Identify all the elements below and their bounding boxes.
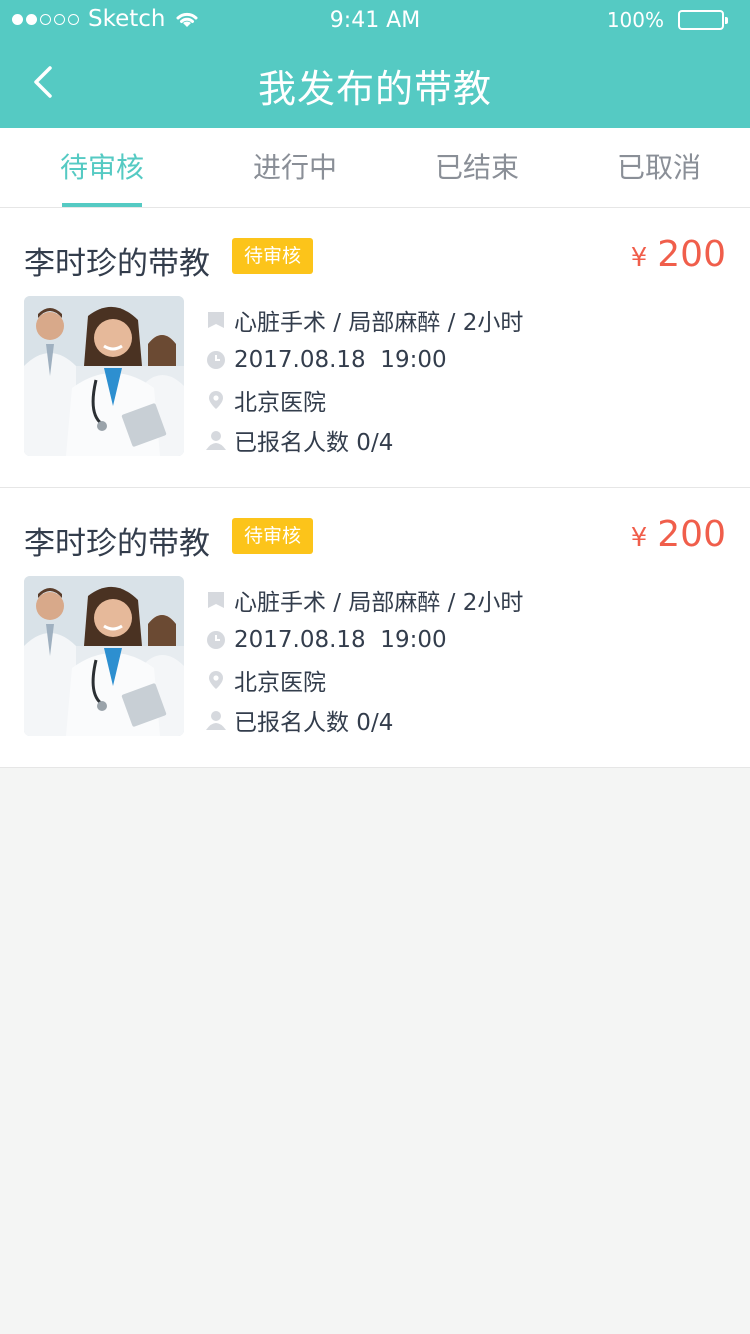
price: ¥200 [631, 234, 726, 275]
price: ¥200 [631, 514, 726, 555]
status-bar: Sketch 9:41 AM 100% [0, 0, 750, 40]
price-value: 200 [657, 234, 726, 275]
clock-icon [207, 631, 225, 649]
tab-cancelled[interactable]: 已取消 [568, 128, 750, 207]
enrolled-row: 已报名人数 0/4 [206, 700, 523, 740]
enrolled-row: 已报名人数 0/4 [206, 420, 523, 460]
teaching-list: 李时珍的带教 待审核 ¥200 心脏手术 / 局部麻醉 / 2小时 2017.0… [0, 208, 750, 768]
document-icon [208, 312, 224, 328]
surgery-details: 心脏手术 / 局部麻醉 / 2小时 [234, 590, 524, 616]
card-info: 心脏手术 / 局部麻醉 / 2小时 2017.08.18 19:00 北京医院 … [206, 580, 523, 740]
location: 北京医院 [234, 670, 326, 696]
top-header: Sketch 9:41 AM 100% 我发布的带教 [0, 0, 750, 128]
list-item[interactable]: 李时珍的带教 待审核 ¥200 心脏手术 / 局部麻醉 / 2小时 2017.0… [0, 208, 750, 488]
enrolled-count: 已报名人数 0/4 [234, 430, 394, 456]
person-icon [206, 711, 226, 730]
location-pin-icon [209, 391, 223, 409]
tab-bar: 待审核 进行中 已结束 已取消 [0, 128, 750, 208]
location-row: 北京医院 [206, 380, 523, 420]
tab-in-progress[interactable]: 进行中 [204, 128, 386, 207]
card-info: 心脏手术 / 局部麻醉 / 2小时 2017.08.18 19:00 北京医院 … [206, 300, 523, 460]
location-pin-icon [209, 671, 223, 689]
status-badge: 待审核 [232, 238, 314, 274]
datetime-row: 2017.08.18 19:00 [206, 340, 523, 380]
status-badge: 待审核 [232, 518, 314, 554]
location-row: 北京医院 [206, 660, 523, 700]
battery-percent: 100% [606, 8, 664, 32]
list-item[interactable]: 李时珍的带教 待审核 ¥200 心脏手术 / 局部麻醉 / 2小时 2017.0… [0, 488, 750, 768]
datetime: 2017.08.18 19:00 [234, 347, 447, 373]
battery-group: 100% [606, 8, 728, 32]
price-value: 200 [657, 514, 726, 555]
person-icon [206, 431, 226, 450]
card-title: 李时珍的带教 [24, 246, 210, 282]
doctor-photo [24, 296, 184, 456]
details-row: 心脏手术 / 局部麻醉 / 2小时 [206, 580, 523, 620]
location: 北京医院 [234, 390, 326, 416]
datetime-row: 2017.08.18 19:00 [206, 620, 523, 660]
currency-symbol: ¥ [630, 523, 648, 553]
page-title: 我发布的带教 [257, 67, 492, 111]
document-icon [208, 592, 224, 608]
currency-symbol: ¥ [630, 243, 648, 273]
datetime: 2017.08.18 19:00 [234, 627, 447, 653]
doctor-photo [24, 576, 184, 736]
clock-icon [207, 351, 225, 369]
card-title: 李时珍的带教 [24, 526, 210, 562]
tab-ended[interactable]: 已结束 [386, 128, 568, 207]
surgery-details: 心脏手术 / 局部麻醉 / 2小时 [234, 310, 524, 336]
tab-pending[interactable]: 待审核 [0, 128, 204, 207]
details-row: 心脏手术 / 局部麻醉 / 2小时 [206, 300, 523, 340]
enrolled-count: 已报名人数 0/4 [234, 710, 394, 736]
battery-icon [678, 10, 728, 30]
